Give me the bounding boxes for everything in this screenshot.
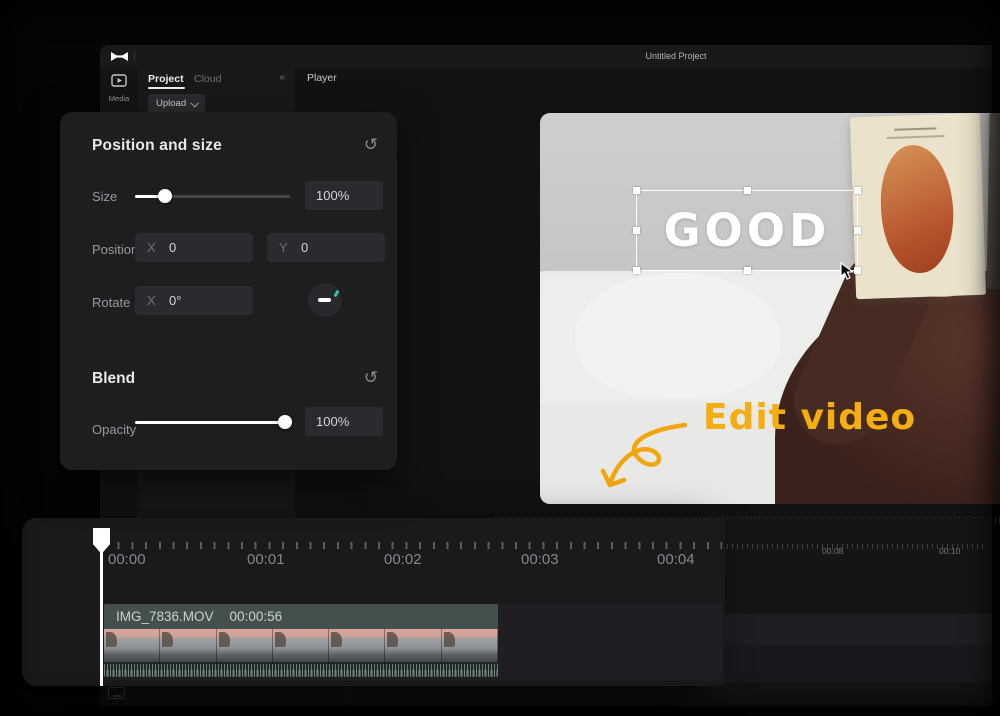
clip-thumbnail xyxy=(273,629,329,662)
tab-active-underline xyxy=(148,87,185,89)
clip-thumbnail xyxy=(442,629,498,662)
ruler-label: 00:03 xyxy=(521,551,559,568)
rotate-prefix: X xyxy=(147,293,169,308)
slider-fill xyxy=(135,421,292,424)
selection-handle[interactable] xyxy=(633,227,640,234)
y-value: 0 xyxy=(301,240,308,255)
player-panel-label: Player xyxy=(307,72,337,84)
clip-header: IMG_7836.MOV 00:00:56 xyxy=(104,604,498,629)
y-prefix: Y xyxy=(279,240,301,255)
clip-waveform xyxy=(104,662,498,677)
size-value: 100% xyxy=(316,188,349,203)
reset-blend-button[interactable]: ↺ xyxy=(361,368,381,388)
sidebar-item-label: Media xyxy=(100,94,138,103)
book-cover-art xyxy=(879,144,955,274)
sidebar-item-media[interactable]: Media xyxy=(100,74,138,103)
book-text-line xyxy=(887,135,945,139)
slider-thumb[interactable] xyxy=(278,415,292,429)
x-value: 0 xyxy=(169,240,176,255)
playhead[interactable] xyxy=(93,528,110,686)
mouse-cursor-icon xyxy=(840,262,856,281)
rotate-dial[interactable] xyxy=(308,283,342,317)
book-right-shape xyxy=(986,113,1000,291)
ruler-label: 00:00 xyxy=(108,551,146,568)
annotation-arrow-icon xyxy=(593,411,703,503)
rotate-label: Rotate xyxy=(92,295,130,310)
video-preview[interactable]: GOOD Edit video xyxy=(540,113,1000,504)
titlebar-divider xyxy=(134,51,135,62)
opacity-value-field[interactable]: 100% xyxy=(305,407,383,436)
annotation-edit-video: Edit video xyxy=(703,397,916,438)
background-track xyxy=(725,614,992,645)
opacity-slider[interactable] xyxy=(135,415,292,429)
clip-thumbnail xyxy=(385,629,441,662)
clip-name: IMG_7836.MOV xyxy=(116,609,214,624)
position-x-field[interactable]: X 0 xyxy=(135,233,253,262)
media-icon xyxy=(111,74,127,87)
cover-button[interactable] xyxy=(108,687,125,699)
x-prefix: X xyxy=(147,240,169,255)
size-value-field[interactable]: 100% xyxy=(305,181,383,210)
upload-button-label: Upload xyxy=(156,98,186,109)
clip-thumbnail xyxy=(217,629,273,662)
text-overlay-selection[interactable]: GOOD xyxy=(636,190,858,271)
ruler-ticks xyxy=(104,542,722,549)
selection-handle[interactable] xyxy=(744,267,751,274)
ruler-label: 00:10 xyxy=(939,546,960,556)
reset-position-button[interactable]: ↺ xyxy=(361,135,381,155)
book-text-line xyxy=(894,127,936,130)
clip-thumbnail xyxy=(160,629,216,662)
tab-project-label: Project xyxy=(148,73,184,85)
background-timeline: 00:08 00:10 xyxy=(725,518,992,682)
position-y-field[interactable]: Y 0 xyxy=(267,233,385,262)
selection-handle[interactable] xyxy=(744,187,751,194)
opacity-label: Opacity xyxy=(92,422,136,437)
selection-handle[interactable] xyxy=(633,187,640,194)
chevron-down-icon xyxy=(191,99,199,107)
rotate-dial-handle xyxy=(318,298,331,302)
selection-handle[interactable] xyxy=(854,187,861,194)
selection-handle[interactable] xyxy=(854,227,861,234)
timeline-card: 00:00 00:01 00:02 00:03 00:04 IMG_7836.M… xyxy=(22,518,725,686)
video-clip[interactable]: IMG_7836.MOV 00:00:56 xyxy=(104,604,498,677)
titlebar: Untitled Project xyxy=(100,45,992,68)
tab-cloud[interactable]: Cloud xyxy=(194,73,221,85)
clip-duration: 00:00:56 xyxy=(230,609,283,624)
rotate-field[interactable]: X 0° xyxy=(135,286,253,315)
rotate-value: 0° xyxy=(169,293,181,308)
ruler-label: 00:02 xyxy=(384,551,422,568)
ruler-label: 00:08 xyxy=(822,546,843,556)
screenshot-frame: Untitled Project Media Project Cloud « xyxy=(0,0,1000,716)
rotate-dial-tick xyxy=(334,290,340,298)
background-track xyxy=(725,645,992,682)
clip-thumbnail xyxy=(329,629,385,662)
book-left-shape xyxy=(850,113,986,299)
window-title: Untitled Project xyxy=(576,51,776,61)
position-label: Position xyxy=(92,242,138,257)
slider-thumb[interactable] xyxy=(158,189,172,203)
clip-thumbnail xyxy=(104,629,160,662)
collapse-panel-button[interactable]: « xyxy=(279,72,285,83)
tab-cloud-label: Cloud xyxy=(194,73,221,85)
blend-title: Blend xyxy=(92,370,135,388)
timeline-ruler[interactable]: 00:00 00:01 00:02 00:03 00:04 xyxy=(22,518,725,574)
pillow-shape xyxy=(575,273,780,398)
inspector-panel: Position and size ↺ Size 100% Position X… xyxy=(60,112,397,470)
tab-project[interactable]: Project xyxy=(148,73,184,85)
text-overlay-good[interactable]: GOOD xyxy=(637,191,857,270)
size-label: Size xyxy=(92,189,117,204)
ruler-label: 00:04 xyxy=(657,551,695,568)
size-slider[interactable] xyxy=(135,189,290,203)
clip-thumbnails xyxy=(104,629,498,662)
ruler-label: 00:01 xyxy=(247,551,285,568)
upload-button[interactable]: Upload xyxy=(148,94,205,113)
playhead-head xyxy=(93,528,110,554)
inspector-title: Position and size xyxy=(92,137,222,155)
cover-icon xyxy=(113,695,121,697)
opacity-value: 100% xyxy=(316,414,349,429)
selection-handle[interactable] xyxy=(633,267,640,274)
capcut-logo-icon[interactable] xyxy=(111,50,128,63)
